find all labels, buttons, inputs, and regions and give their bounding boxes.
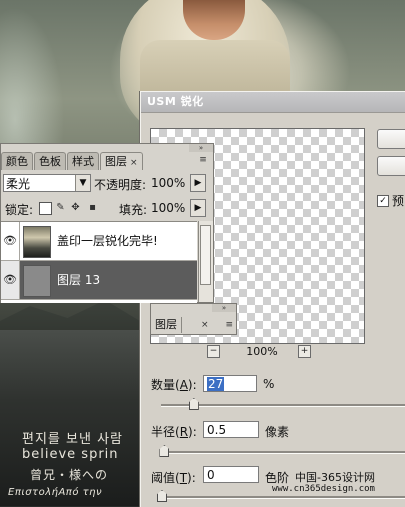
dialog-title[interactable]: USM 锐化 xyxy=(141,92,405,113)
photo-text-korean: 편지를 보낸 사람 xyxy=(22,432,123,447)
layers-panel: » 颜色 色板 样式 图层 × ≡ 柔光 ▼ 不透明度: 100% ▶ 锁定: ✎… xyxy=(0,143,214,303)
cancel-button[interactable] xyxy=(377,156,405,176)
panel-menu-icon[interactable]: ≡ xyxy=(196,154,210,166)
photo-text-japanese: 曾兄・様への xyxy=(30,468,109,482)
zoom-in-button[interactable]: + xyxy=(298,345,311,358)
amount-unit: % xyxy=(263,377,275,391)
blend-row: 柔光 ▼ 不透明度: 100% ▶ xyxy=(1,173,213,195)
chevron-down-icon[interactable]: ▼ xyxy=(75,175,90,191)
radius-unit: 像素 xyxy=(265,425,290,439)
opacity-value[interactable]: 100% xyxy=(151,176,185,190)
eye-icon[interactable]: 👁 xyxy=(1,222,20,260)
lock-transparent-icon[interactable] xyxy=(39,202,52,215)
fill-arrow-icon[interactable]: ▶ xyxy=(190,199,206,217)
lock-brush-icon[interactable]: ✎ xyxy=(55,202,66,213)
radius-label: 半径(R): xyxy=(151,425,197,439)
layer-row-selected[interactable]: 👁 图层 13 xyxy=(1,261,197,300)
lock-all-icon[interactable]: ▪ xyxy=(87,202,98,213)
zoom-controls: − 100% + xyxy=(207,345,317,359)
watermark-url: www.cn365design.com xyxy=(272,484,375,494)
amount-label: 数量(A): xyxy=(151,378,197,392)
radius-slider[interactable] xyxy=(161,451,405,454)
amount-input[interactable]: 27 xyxy=(203,375,257,392)
layer-thumbnail xyxy=(23,265,51,297)
tab-layers-label: 图层 xyxy=(105,155,127,168)
layer-thumbnail xyxy=(23,226,51,258)
amount-slider-thumb[interactable] xyxy=(188,398,199,410)
mini-layers-panel: » 图层 × ≡ xyxy=(150,303,237,335)
watermark-cn: 中国-365设计网 xyxy=(295,471,375,484)
threshold-input[interactable]: 0 xyxy=(203,466,259,483)
fill-label: 填充: xyxy=(119,203,148,217)
threshold-label: 阈值(T): xyxy=(151,471,196,485)
opacity-label: 不透明度: xyxy=(94,178,147,192)
tab-swatches[interactable]: 色板 xyxy=(34,152,66,170)
panel-tabs: 颜色 色板 样式 图层 × xyxy=(1,152,213,170)
zoom-out-button[interactable]: − xyxy=(207,345,220,358)
panel-collapse-icon[interactable]: » xyxy=(212,304,236,312)
lock-row: 锁定: ✎ ✥ ▪ 填充: 100% ▶ xyxy=(1,199,213,219)
photo-text-english: believe sprin xyxy=(22,447,119,462)
lock-label: 锁定: xyxy=(5,203,34,217)
zoom-level: 100% xyxy=(246,345,278,358)
preview-toggle[interactable]: ✓ 预 xyxy=(377,192,404,209)
mini-tab-layers[interactable]: 图层 xyxy=(151,317,182,333)
layer-name: 盖印一层锐化完毕! xyxy=(57,234,158,248)
photo-text-greek: ΕπιστολήΑπό την xyxy=(8,487,103,498)
layer-scrollbar[interactable] xyxy=(198,221,213,302)
blend-mode-select[interactable]: 柔光 ▼ xyxy=(3,174,91,192)
layer-row[interactable]: 👁 盖印一层锐化完毕! xyxy=(1,222,197,261)
close-icon[interactable]: × xyxy=(130,158,138,168)
radius-slider-thumb[interactable] xyxy=(159,445,170,457)
lock-move-icon[interactable]: ✥ xyxy=(70,202,81,213)
threshold-slider[interactable] xyxy=(161,496,405,499)
scrollbar-thumb[interactable] xyxy=(200,225,211,285)
ok-button[interactable] xyxy=(377,129,405,149)
tab-color[interactable]: 颜色 xyxy=(1,152,33,170)
layer-list: 👁 盖印一层锐化完毕! 👁 图层 13 xyxy=(1,221,197,303)
opacity-arrow-icon[interactable]: ▶ xyxy=(190,174,206,192)
fill-value[interactable]: 100% xyxy=(151,201,185,215)
tab-styles[interactable]: 样式 xyxy=(67,152,99,170)
radius-input[interactable]: 0.5 xyxy=(203,421,259,438)
panel-collapse-icon[interactable]: » xyxy=(189,144,213,152)
tab-layers[interactable]: 图层 × xyxy=(100,152,143,170)
layer-name: 图层 13 xyxy=(57,273,101,287)
close-icon[interactable]: × xyxy=(201,320,209,330)
threshold-slider-thumb[interactable] xyxy=(157,490,167,502)
preview-label: 预 xyxy=(392,194,405,208)
panel-menu-icon[interactable]: ≡ xyxy=(225,320,233,330)
preview-checkbox[interactable]: ✓ xyxy=(377,194,389,207)
eye-icon[interactable]: 👁 xyxy=(1,261,20,299)
blend-mode-value: 柔光 xyxy=(6,177,31,191)
